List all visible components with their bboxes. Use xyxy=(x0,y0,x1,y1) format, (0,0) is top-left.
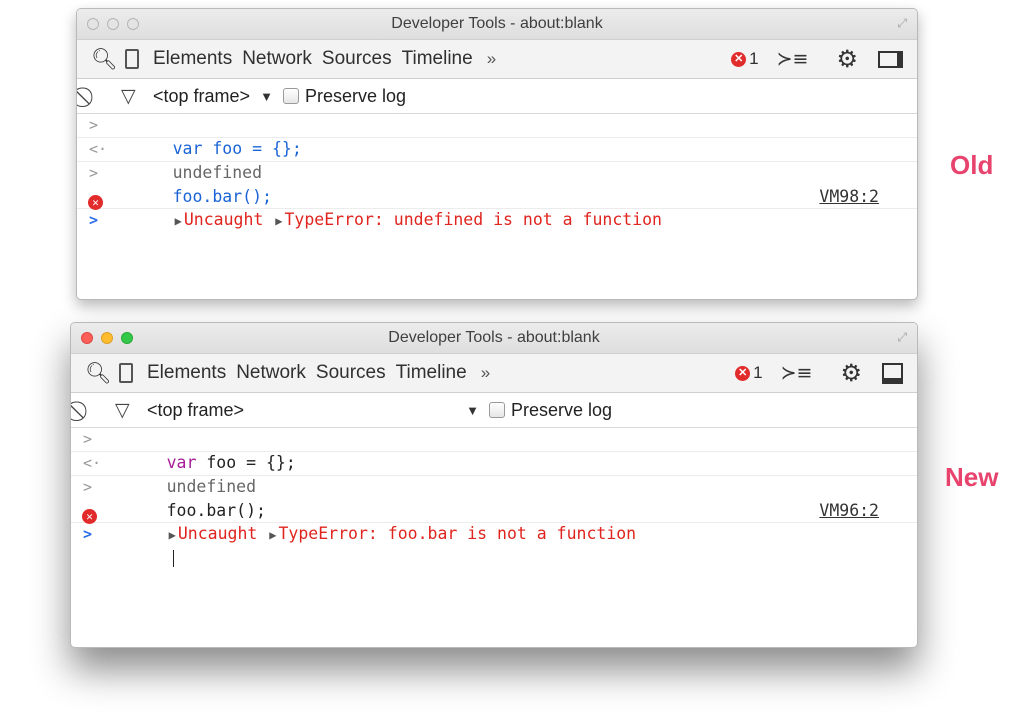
dock-side-icon[interactable] xyxy=(878,50,903,68)
text-caret xyxy=(172,550,174,567)
tab-elements[interactable]: Elements xyxy=(147,362,226,384)
devtools-window-new: Developer Tools - about:blank ⤢ 🔍︎ Eleme… xyxy=(70,322,918,648)
console-input-line: > var foo = {}; xyxy=(77,114,917,158)
console-input-line: > foo.bar(); xyxy=(77,162,917,206)
console-drawer-icon[interactable]: ≻≡ xyxy=(777,48,809,70)
console-result-line: <· undefined xyxy=(71,452,917,496)
old-label: Old xyxy=(950,150,994,180)
console-input-line: > foo.bar(); xyxy=(71,476,917,520)
result-arrow-icon: <· xyxy=(83,454,102,472)
dropdown-arrow-icon: ▼ xyxy=(260,88,273,104)
tab-elements[interactable]: Elements xyxy=(153,48,232,70)
console-error-line: ✕ ▶ Uncaught ▶ TypeError: undefined is not … xyxy=(77,185,917,229)
input-chevron-icon: > xyxy=(83,478,93,496)
gear-icon[interactable]: ⚙ xyxy=(836,45,858,73)
frame-selector-label: <top frame> xyxy=(147,399,245,420)
tab-timeline[interactable]: Timeline xyxy=(396,362,467,384)
preserve-log-checkbox[interactable]: Preserve log xyxy=(489,400,612,421)
console-prompt-line[interactable]: > xyxy=(71,523,917,567)
frame-selector-label: <top frame> xyxy=(153,85,251,106)
error-count[interactable]: 1 xyxy=(753,363,762,383)
console-prompt-line[interactable]: > xyxy=(77,209,917,232)
result-arrow-icon: <· xyxy=(89,140,108,158)
input-chevron-icon: > xyxy=(89,164,99,182)
devtools-toolbar: 🔍︎ Elements Network Sources Timeline » ✕… xyxy=(77,40,917,79)
tab-timeline[interactable]: Timeline xyxy=(402,48,473,70)
filter-icon[interactable]: ▽ xyxy=(121,85,149,107)
input-chevron-icon: > xyxy=(83,430,93,448)
preserve-log-label: Preserve log xyxy=(304,85,406,106)
console-output: > var foo = {}; <· undefined > foo.bar(); ✕… xyxy=(71,428,917,567)
tab-network[interactable]: Network xyxy=(236,362,306,384)
error-source-link[interactable]: VM96:2 xyxy=(819,499,879,522)
preserve-log-checkbox[interactable]: Preserve log xyxy=(282,85,406,107)
filter-icon[interactable]: ▽ xyxy=(115,399,143,421)
search-icon[interactable]: 🔍︎ xyxy=(85,363,112,384)
console-output: > var foo = {}; <· undefined > foo.bar(); ✕… xyxy=(77,114,917,232)
preserve-log-label: Preserve log xyxy=(511,399,613,420)
error-source-link[interactable]: VM98:2 xyxy=(819,185,879,208)
checkbox-icon[interactable] xyxy=(489,402,505,418)
devtools-toolbar: 🔍︎ Elements Network Sources Timeline » ✕… xyxy=(71,354,917,393)
console-filter-bar: ⃠ ▽ <top frame> ▼ Preserve log xyxy=(77,79,917,114)
fullscreen-icon[interactable]: ⤢ xyxy=(897,330,907,345)
dropdown-arrow-icon: ▼ xyxy=(466,402,479,418)
window-title: Developer Tools - about:blank xyxy=(388,329,600,346)
console-input-line: > var foo = {}; xyxy=(71,428,917,472)
new-label: New xyxy=(945,462,999,492)
tab-network[interactable]: Network xyxy=(242,48,312,70)
error-badge-icon[interactable]: ✕ xyxy=(731,51,747,67)
checkbox-icon[interactable] xyxy=(282,88,299,104)
window-title: Developer Tools - about:blank xyxy=(391,15,603,32)
search-icon[interactable]: 🔍︎ xyxy=(91,49,118,70)
more-tabs-button[interactable]: » xyxy=(487,49,496,69)
clear-console-icon[interactable]: ⃠ xyxy=(87,84,115,108)
console-error-line: ✕ ▶ Uncaught ▶ TypeError: foo.bar is not a … xyxy=(71,499,917,543)
toolbar-right: ✕ 1 ≻≡ ⚙ xyxy=(731,40,907,78)
fullscreen-icon[interactable]: ⤢ xyxy=(897,16,907,31)
more-tabs-button[interactable]: » xyxy=(481,363,490,383)
tab-sources[interactable]: Sources xyxy=(316,362,386,384)
dock-bottom-icon[interactable] xyxy=(882,362,903,384)
frame-selector[interactable]: <top frame> ▼ xyxy=(153,86,273,107)
title-bar: Developer Tools - about:blank ⤢ xyxy=(71,323,917,354)
gear-icon[interactable]: ⚙ xyxy=(840,359,862,387)
frame-selector[interactable]: <top frame> ▼ xyxy=(147,400,479,421)
error-count[interactable]: 1 xyxy=(749,49,758,69)
device-mode-icon[interactable] xyxy=(125,49,139,69)
prompt-chevron-icon: > xyxy=(83,525,93,543)
console-result-line: <· undefined xyxy=(77,138,917,182)
console-drawer-icon[interactable]: ≻≡ xyxy=(781,362,813,384)
tab-sources[interactable]: Sources xyxy=(322,48,392,70)
devtools-window-old: Developer Tools - about:blank ⤢ 🔍︎ Eleme… xyxy=(76,8,918,300)
prompt-chevron-icon: > xyxy=(89,211,99,229)
input-chevron-icon: > xyxy=(89,116,99,134)
clear-console-icon[interactable]: ⃠ xyxy=(81,398,109,422)
error-badge-icon[interactable]: ✕ xyxy=(735,365,751,381)
toolbar-right: ✕ 1 ≻≡ ⚙ xyxy=(735,354,907,392)
device-mode-icon[interactable] xyxy=(119,363,133,383)
console-filter-bar: ⃠ ▽ <top frame> ▼ Preserve log xyxy=(71,393,917,428)
title-bar: Developer Tools - about:blank ⤢ xyxy=(77,9,917,40)
